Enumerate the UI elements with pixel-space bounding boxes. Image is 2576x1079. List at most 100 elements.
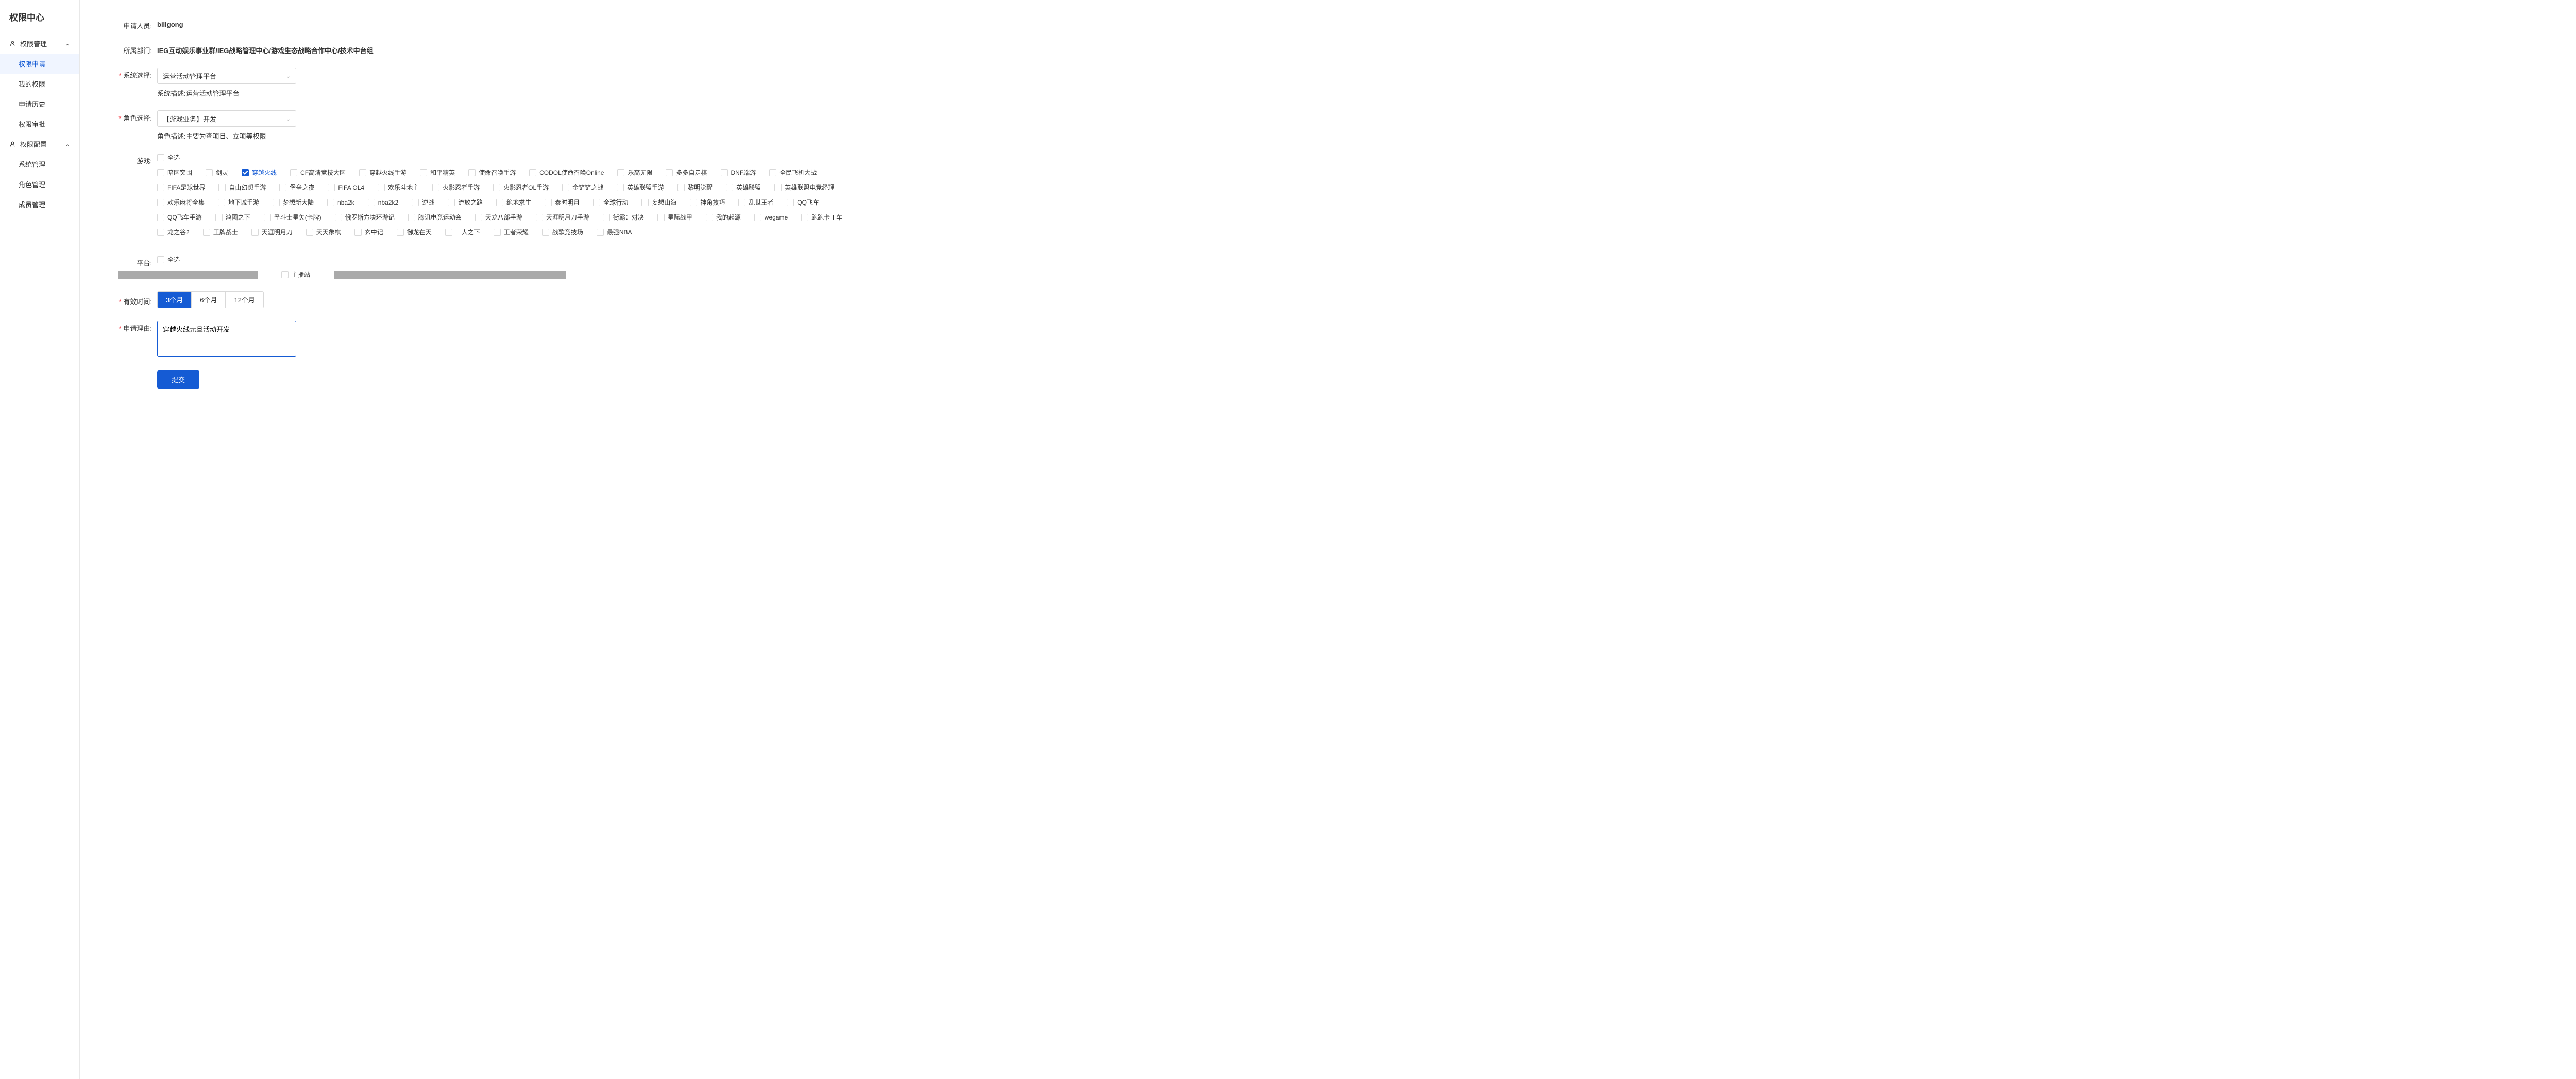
platform-select-all-checkbox[interactable]: 全选 [157,255,180,264]
checkbox-icon [774,184,782,191]
game-checkbox[interactable]: 鸿图之下 [215,213,250,222]
nav-item-role-manage[interactable]: 角色管理 [0,174,79,194]
game-checkbox[interactable]: 金铲铲之战 [562,183,603,192]
game-checkbox[interactable]: 御龙在天 [397,228,432,237]
game-checkbox[interactable]: 穿越火线 [242,168,277,177]
game-checkbox[interactable]: 堡垒之夜 [279,183,314,192]
game-checkbox[interactable]: 英雄联盟手游 [617,183,664,192]
game-checkbox[interactable]: 一人之下 [445,228,480,237]
role-select[interactable]: 【游戏业务】开发 ⌄ [157,110,296,127]
game-checkbox[interactable]: 俄罗斯方块环游记 [335,213,395,222]
game-checkbox[interactable]: 王牌战士 [203,228,238,237]
checkbox-icon [617,169,624,176]
game-checkbox[interactable]: 全民飞机大战 [769,168,817,177]
game-checkbox[interactable]: wegame [754,213,788,222]
checkbox-icon [206,169,213,176]
game-label: 使命召唤手游 [479,168,516,177]
validity-option-3m[interactable]: 3个月 [158,292,192,308]
game-checkbox[interactable]: CF高清竞技大区 [290,168,346,177]
game-checkbox[interactable]: 跑跑卡丁车 [801,213,842,222]
game-checkbox[interactable]: nba2k2 [368,198,398,207]
chevron-down-icon: ⌄ [286,73,291,79]
game-checkbox[interactable]: 妄想山海 [641,198,676,207]
game-checkbox[interactable]: 流放之路 [448,198,483,207]
game-checkbox[interactable]: 欢乐斗地主 [378,183,419,192]
game-checkbox[interactable]: 英雄联盟电竞经理 [774,183,834,192]
game-checkbox[interactable]: 最强NBA [597,228,632,237]
nav-group-header[interactable]: 权限管理 [0,33,79,54]
game-checkbox[interactable]: 英雄联盟 [726,183,761,192]
game-checkbox[interactable]: DNF端游 [721,168,756,177]
checkbox-icon [493,184,500,191]
nav-item-permission-apply[interactable]: 权限申请 [0,54,79,74]
game-checkbox[interactable]: 天涯明月刀 [251,228,293,237]
game-checkbox[interactable]: FIFA OL4 [328,183,364,192]
game-checkbox[interactable]: 玄中记 [354,228,383,237]
game-checkbox[interactable]: 我的起源 [706,213,741,222]
submit-button[interactable]: 提交 [157,370,199,389]
reason-textarea[interactable] [157,321,296,357]
game-checkbox[interactable]: 天涯明月刀手游 [536,213,589,222]
platform-checkbox-redacted1[interactable] [108,271,258,279]
game-checkbox[interactable]: 腾讯电竞运动会 [408,213,462,222]
checkbox-icon [327,199,334,206]
game-checkbox[interactable]: 黎明觉醒 [677,183,713,192]
checkbox-icon [408,214,415,221]
game-checkbox[interactable]: 神角技巧 [690,198,725,207]
nav-group-permission-config: 权限配置 系统管理 角色管理 成员管理 [0,134,79,214]
game-checkbox[interactable]: nba2k [327,198,354,207]
game-checkbox[interactable]: 梦想新大陆 [273,198,314,207]
checkbox-icon [157,214,164,221]
system-select[interactable]: 运营活动管理平台 ⌄ [157,68,296,84]
games-select-all-checkbox[interactable]: 全选 [157,153,180,162]
checkbox-icon [597,229,604,236]
nav-group-header[interactable]: 权限配置 [0,134,79,154]
checkbox-icon [306,229,313,236]
game-checkbox[interactable]: 天龙八部手游 [475,213,522,222]
game-checkbox[interactable]: QQ飞车 [787,198,819,207]
game-label: 妄想山海 [652,198,676,207]
game-checkbox[interactable]: 剑灵 [206,168,228,177]
game-checkbox[interactable]: 绝地求生 [496,198,531,207]
game-checkbox[interactable]: QQ飞车手游 [157,213,202,222]
game-checkbox[interactable]: 战歌竞技场 [542,228,583,237]
validity-option-12m[interactable]: 12个月 [226,292,263,308]
nav-item-permission-approve[interactable]: 权限审批 [0,114,79,134]
checkbox-icon [335,214,342,221]
game-checkbox[interactable]: 多多自走棋 [666,168,707,177]
game-checkbox[interactable]: 穿越火线手游 [359,168,406,177]
validity-option-6m[interactable]: 6个月 [192,292,226,308]
nav-item-my-permission[interactable]: 我的权限 [0,74,79,94]
game-checkbox[interactable]: 王者荣耀 [494,228,529,237]
checkbox-icon [251,229,259,236]
game-checkbox[interactable]: FIFA足球世界 [157,183,205,192]
game-checkbox[interactable]: 自由幻想手游 [218,183,266,192]
game-checkbox[interactable]: 全球行动 [593,198,628,207]
nav-item-system-manage[interactable]: 系统管理 [0,154,79,174]
game-checkbox[interactable]: 欢乐麻将全集 [157,198,205,207]
game-checkbox[interactable]: 和平精英 [420,168,455,177]
game-checkbox[interactable]: 使命召唤手游 [468,168,516,177]
game-checkbox[interactable]: 街霸：对决 [603,213,644,222]
game-checkbox[interactable]: 天天象棋 [306,228,341,237]
game-checkbox[interactable]: 乱世王者 [738,198,773,207]
game-checkbox[interactable]: 星际战甲 [657,213,692,222]
chevron-up-icon [65,41,70,46]
nav-item-apply-history[interactable]: 申请历史 [0,94,79,114]
game-checkbox[interactable]: 乐高无限 [617,168,652,177]
checkbox-icon [769,169,776,176]
game-checkbox[interactable]: 秦时明月 [545,198,580,207]
game-checkbox[interactable]: CODOL使命召唤Online [529,168,604,177]
game-checkbox[interactable]: 圣斗士星矢(卡牌) [264,213,321,222]
game-checkbox[interactable]: 暗区突围 [157,168,192,177]
game-checkbox[interactable]: 逆战 [412,198,434,207]
game-checkbox[interactable]: 火影忍者OL手游 [493,183,549,192]
game-checkbox[interactable]: 龙之谷2 [157,228,190,237]
game-label: 全球行动 [603,198,628,207]
platform-checkbox-host[interactable]: 主播站 [281,270,310,279]
checkbox-icon [218,199,225,206]
system-select-value: 运营活动管理平台 [163,71,216,81]
nav-item-member-manage[interactable]: 成员管理 [0,194,79,214]
game-checkbox[interactable]: 火影忍者手游 [432,183,480,192]
game-checkbox[interactable]: 地下城手游 [218,198,259,207]
